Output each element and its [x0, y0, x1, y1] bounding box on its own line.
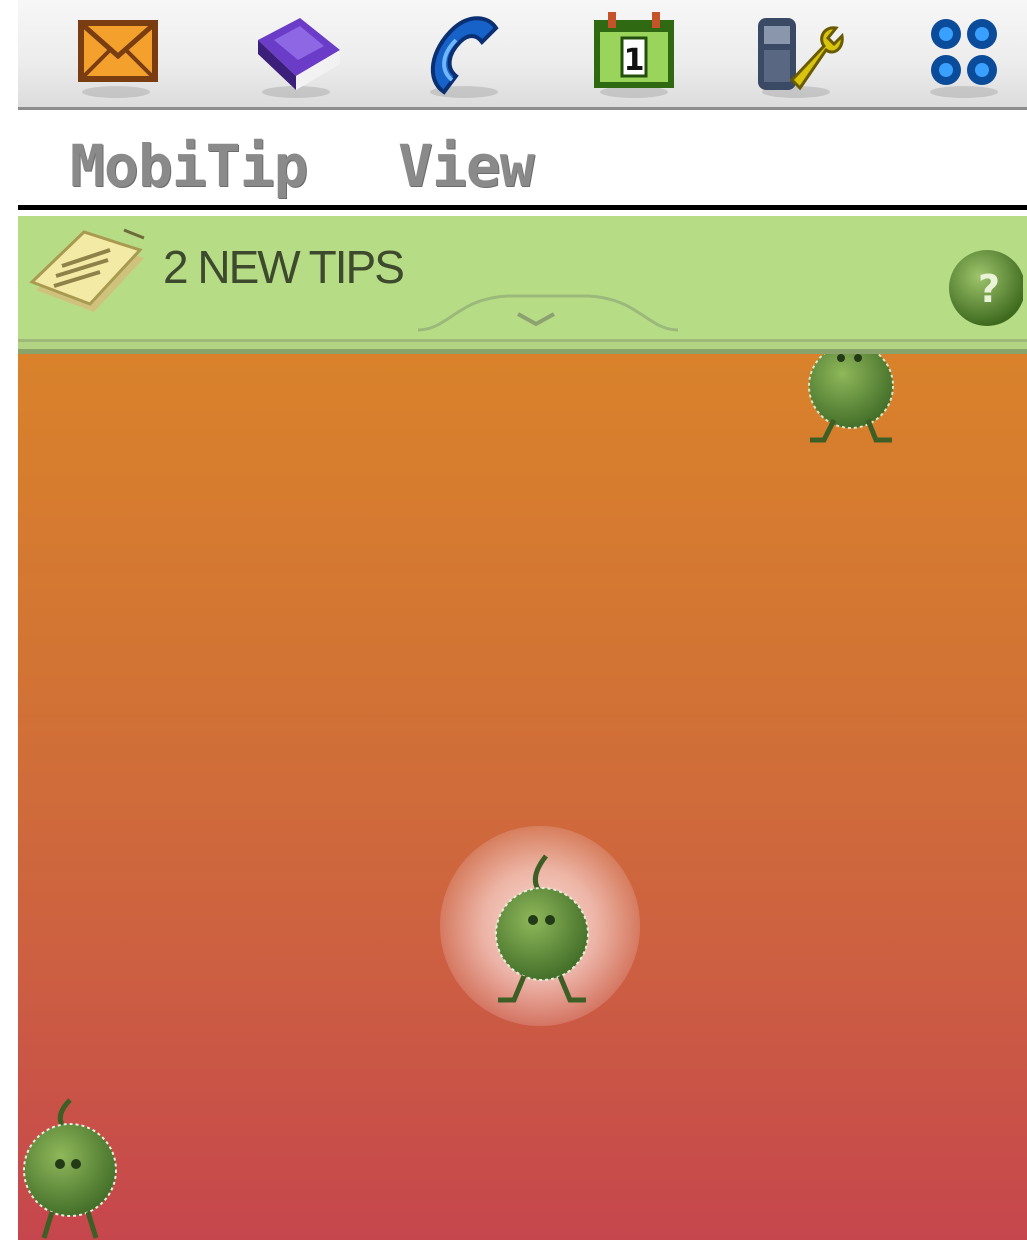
- tips-field: [18, 354, 1027, 1240]
- svg-text:1: 1: [624, 43, 645, 78]
- mail-icon[interactable]: [68, 10, 164, 98]
- new-tips-bar[interactable]: 2 NEW TIPS ?: [18, 216, 1027, 354]
- apps-grid-icon[interactable]: [916, 10, 1012, 98]
- help-button[interactable]: ?: [945, 246, 1023, 328]
- settings-tools-icon[interactable]: [748, 10, 844, 98]
- new-tips-label: 2 NEW TIPS: [163, 241, 405, 293]
- contacts-book-icon[interactable]: [248, 10, 344, 98]
- notes-stack-icon: [29, 228, 145, 312]
- menu-bar: MobiTip View: [18, 110, 1027, 210]
- app-icon-bar: 1: [18, 0, 1027, 110]
- calendar-icon[interactable]: 1: [586, 10, 682, 98]
- left-border: [0, 0, 18, 1240]
- tip-creature-selected[interactable]: [486, 846, 602, 1016]
- tip-creature-1[interactable]: [796, 354, 906, 454]
- tip-creature-2[interactable]: [18, 1098, 128, 1240]
- phone-icon[interactable]: [416, 10, 512, 98]
- menu-view[interactable]: View: [398, 132, 535, 200]
- help-symbol: ?: [978, 267, 1000, 311]
- menu-mobitip[interactable]: MobiTip: [70, 132, 308, 200]
- tips-bar-rule: [18, 339, 1027, 354]
- expand-tab-chevron-icon[interactable]: [418, 288, 678, 338]
